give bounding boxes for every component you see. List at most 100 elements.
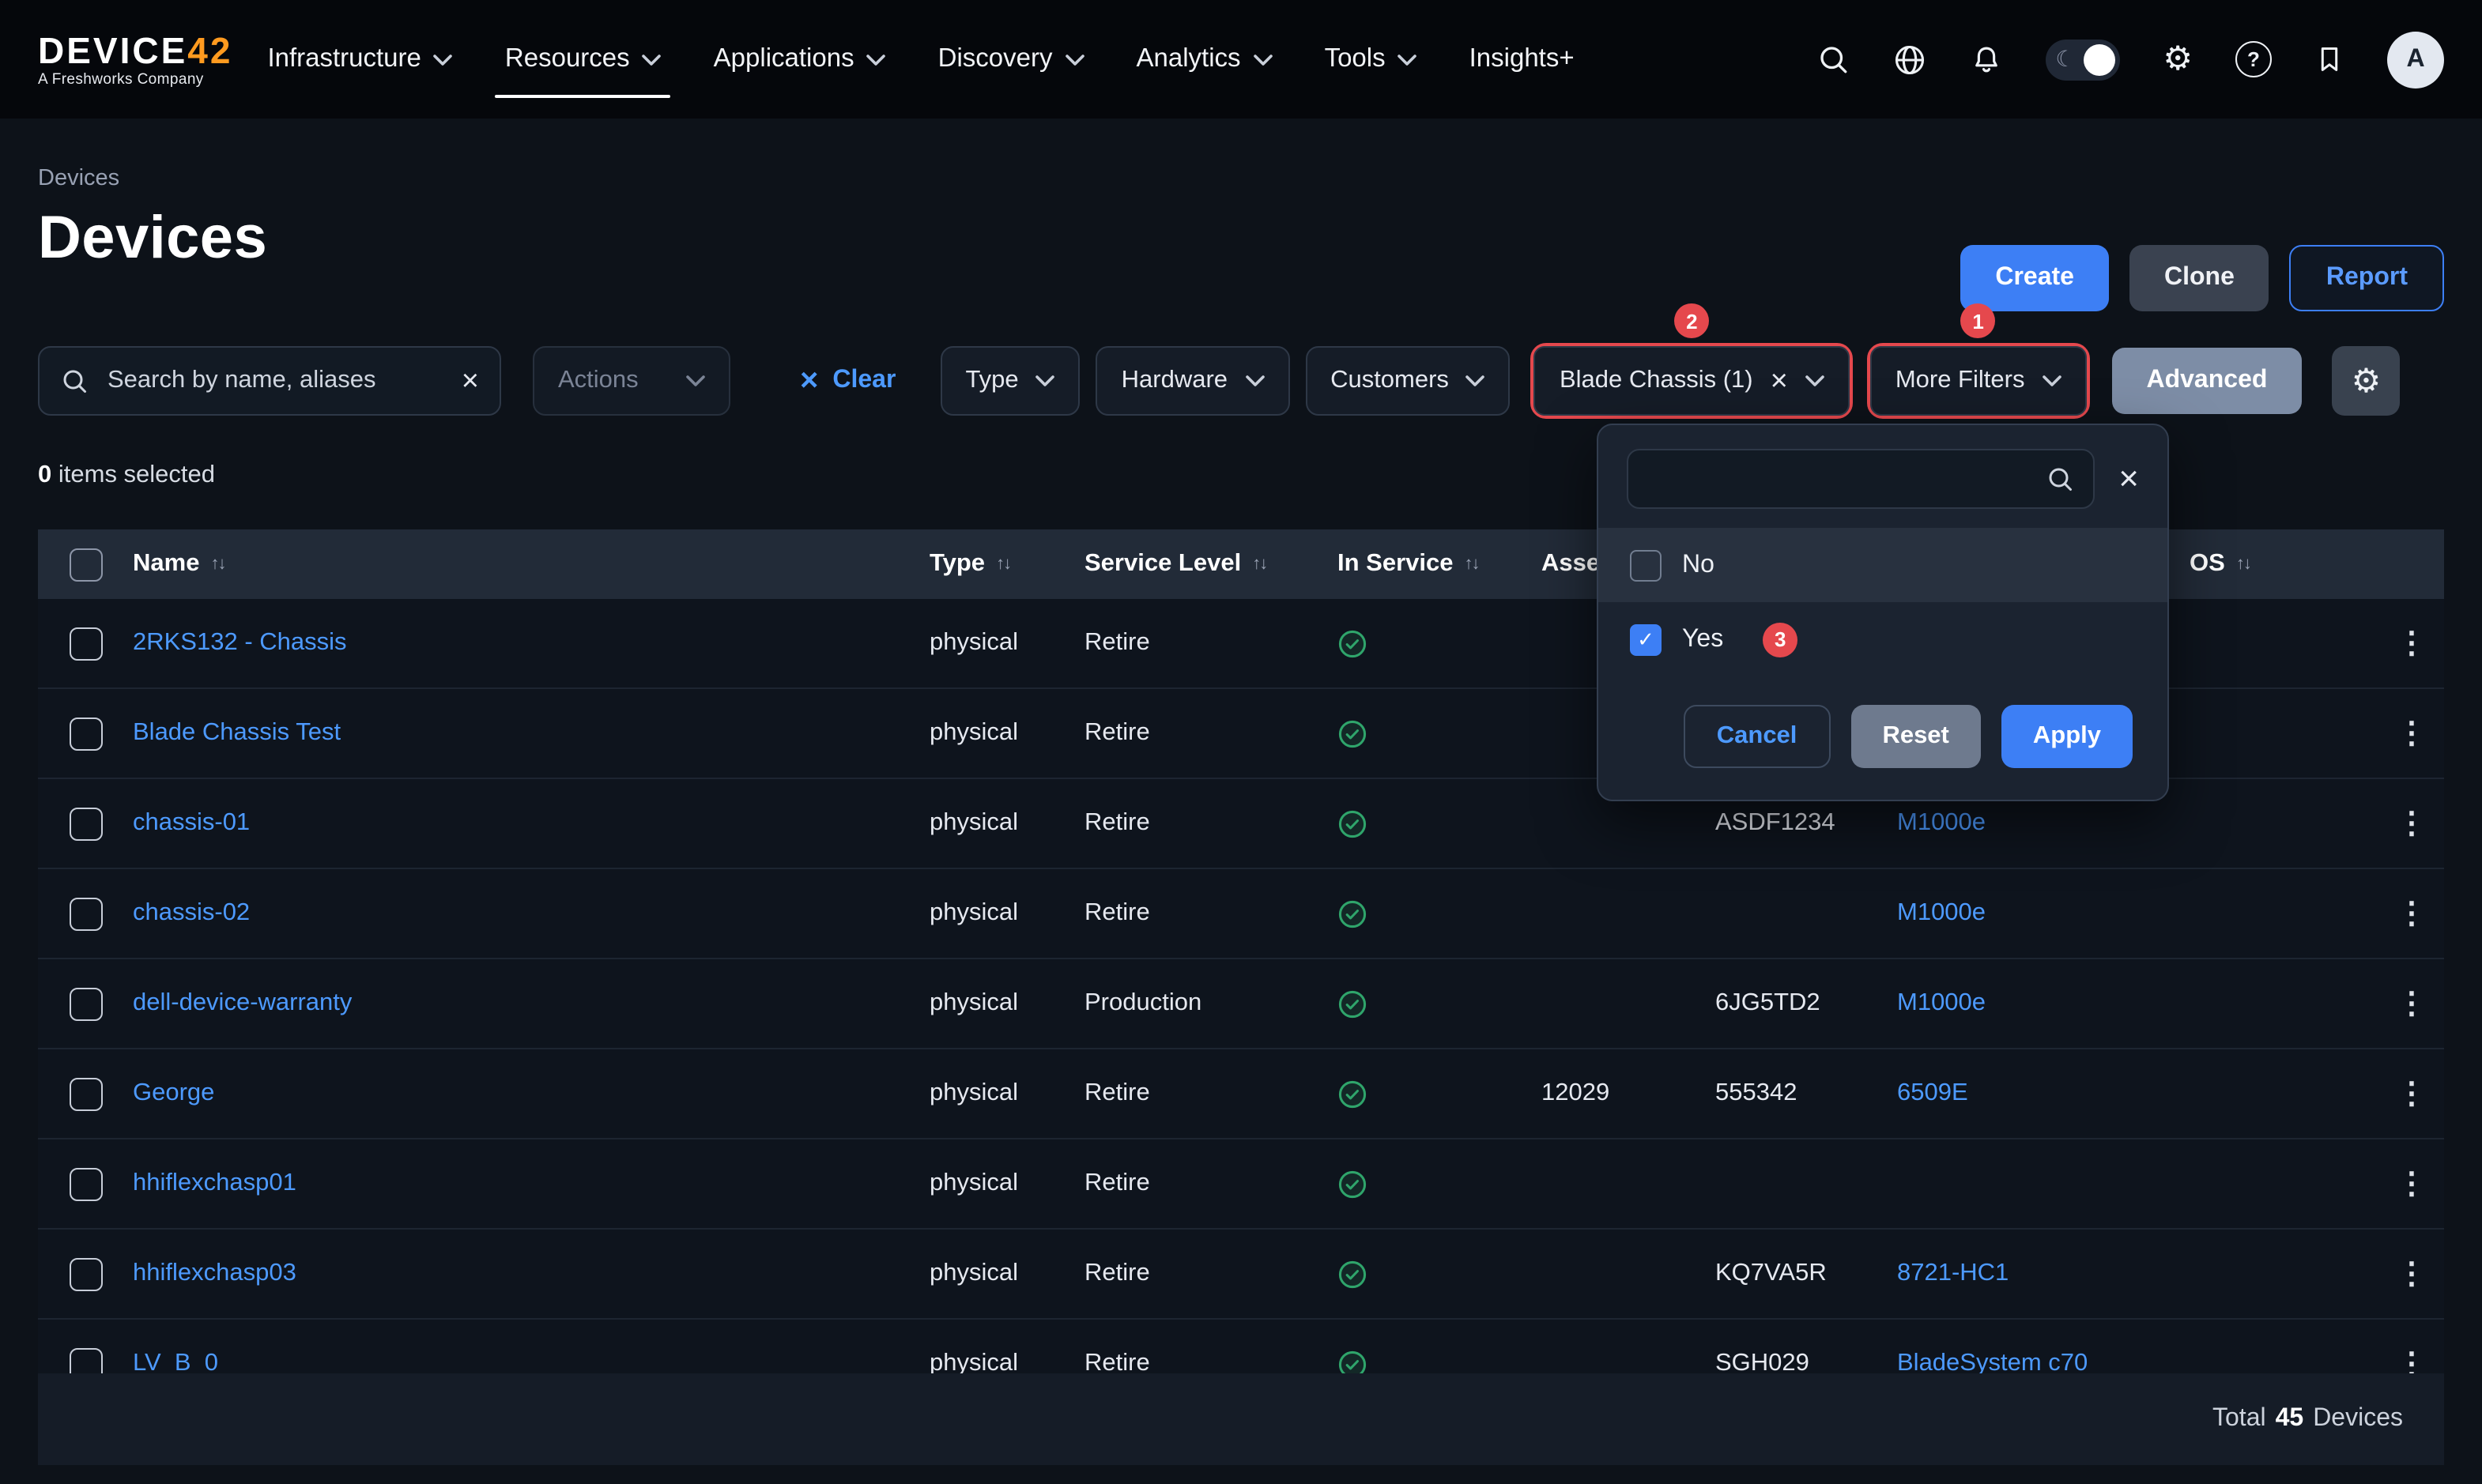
popup-close-icon[interactable]: × bbox=[2118, 461, 2139, 496]
remove-blade-filter-icon[interactable]: × bbox=[1771, 366, 1788, 396]
hardware-link[interactable]: 8721-HC1 bbox=[1897, 1260, 2009, 1288]
column-header-type[interactable]: Type↑↓ bbox=[930, 550, 1084, 578]
asset-cell: 12029 bbox=[1541, 1079, 1715, 1108]
device-name-link[interactable]: 2RKS132 - Chassis bbox=[133, 629, 347, 657]
filter-option-no[interactable]: No bbox=[1598, 528, 2167, 602]
nav-item-analytics[interactable]: Analytics bbox=[1137, 0, 1273, 119]
sort-icon[interactable]: ↑↓ bbox=[2236, 555, 2250, 574]
row-menu-icon[interactable]: ⋮ bbox=[2379, 1166, 2444, 1202]
row-checkbox[interactable] bbox=[70, 1167, 103, 1200]
row-menu-icon[interactable]: ⋮ bbox=[2379, 625, 2444, 661]
cancel-button[interactable]: Cancel bbox=[1684, 705, 1831, 768]
bookmark-icon[interactable] bbox=[2314, 43, 2344, 76]
in-service-check-icon bbox=[1337, 808, 1367, 838]
hardware-link[interactable]: BladeSystem c70 bbox=[1897, 1350, 2088, 1373]
row-menu-icon[interactable]: ⋮ bbox=[2379, 1075, 2444, 1112]
device-name-link[interactable]: LV_B_0 bbox=[133, 1350, 218, 1373]
checked-checkbox-icon[interactable]: ✓ bbox=[1630, 623, 1662, 655]
row-checkbox[interactable] bbox=[70, 1347, 103, 1373]
filter-options: No✓Yes3 bbox=[1598, 528, 2167, 676]
device-name-link[interactable]: chassis-02 bbox=[133, 899, 250, 928]
device-name-link[interactable]: dell-device-warranty bbox=[133, 989, 352, 1018]
device-name-link[interactable]: George bbox=[133, 1079, 214, 1108]
nav-item-insights[interactable]: Insights+ bbox=[1469, 0, 1575, 119]
breadcrumb[interactable]: Devices bbox=[38, 166, 2444, 191]
filter-option-yes[interactable]: ✓Yes3 bbox=[1598, 602, 2167, 676]
type-filter-dropdown[interactable]: Type bbox=[940, 346, 1080, 416]
device-name-link[interactable]: hhiflexchasp03 bbox=[133, 1260, 296, 1288]
row-checkbox[interactable] bbox=[70, 627, 103, 660]
sort-icon[interactable]: ↑↓ bbox=[1465, 555, 1479, 574]
serial-cell: SGH029 bbox=[1715, 1350, 1897, 1373]
row-checkbox[interactable] bbox=[70, 807, 103, 840]
nav-item-label: Analytics bbox=[1137, 44, 1241, 74]
device-name-link[interactable]: hhiflexchasp01 bbox=[133, 1169, 296, 1198]
clear-filters-button[interactable]: × Clear bbox=[800, 365, 896, 397]
column-header-in-service[interactable]: In Service↑↓ bbox=[1337, 550, 1541, 578]
hardware-link[interactable]: M1000e bbox=[1897, 899, 1986, 928]
create-button[interactable]: Create bbox=[1960, 245, 2109, 311]
theme-toggle[interactable]: ☾ bbox=[2046, 39, 2120, 80]
row-menu-icon[interactable]: ⋮ bbox=[2379, 1346, 2444, 1373]
clone-button[interactable]: Clone bbox=[2129, 245, 2269, 311]
clear-search-icon[interactable]: × bbox=[462, 366, 479, 396]
row-checkbox[interactable] bbox=[70, 1257, 103, 1290]
help-icon[interactable]: ? bbox=[2235, 41, 2272, 77]
annotation-badge-2: 2 bbox=[1674, 303, 1709, 338]
sort-icon[interactable]: ↑↓ bbox=[996, 555, 1010, 574]
type-cell: physical bbox=[930, 1169, 1084, 1198]
reset-button[interactable]: Reset bbox=[1850, 705, 1980, 768]
row-menu-icon[interactable]: ⋮ bbox=[2379, 715, 2444, 751]
in-service-cell bbox=[1337, 718, 1541, 748]
row-checkbox[interactable] bbox=[70, 897, 103, 930]
more-filters-dropdown[interactable]: More Filters bbox=[1870, 346, 2087, 416]
row-checkbox[interactable] bbox=[70, 1077, 103, 1110]
device-name-link[interactable]: chassis-01 bbox=[133, 809, 250, 838]
nav-item-discovery[interactable]: Discovery bbox=[938, 0, 1084, 119]
row-menu-icon[interactable]: ⋮ bbox=[2379, 805, 2444, 842]
hardware-link[interactable]: M1000e bbox=[1897, 809, 1986, 838]
avatar[interactable]: A bbox=[2387, 31, 2444, 88]
column-header-service-level[interactable]: Service Level↑↓ bbox=[1084, 550, 1337, 578]
sort-icon[interactable]: ↑↓ bbox=[210, 555, 224, 574]
hardware-link[interactable]: 6509E bbox=[1897, 1079, 1968, 1108]
globe-icon[interactable] bbox=[1892, 42, 1927, 77]
row-checkbox[interactable] bbox=[70, 987, 103, 1020]
nav-item-infrastructure[interactable]: Infrastructure bbox=[267, 0, 452, 119]
table-settings-button[interactable]: ⚙ bbox=[2332, 346, 2400, 416]
hardware-link[interactable]: M1000e bbox=[1897, 989, 1986, 1018]
in-service-check-icon bbox=[1337, 1259, 1367, 1289]
nav-item-tools[interactable]: Tools bbox=[1325, 0, 1417, 119]
search-icon[interactable] bbox=[1816, 43, 1850, 76]
hardware-filter-dropdown[interactable]: Hardware bbox=[1096, 346, 1289, 416]
column-header-name[interactable]: Name↑↓ bbox=[133, 550, 930, 578]
sort-icon[interactable]: ↑↓ bbox=[1252, 555, 1266, 574]
row-menu-icon[interactable]: ⋮ bbox=[2379, 985, 2444, 1022]
column-header-os[interactable]: OS↑↓ bbox=[2190, 550, 2379, 578]
customers-filter-dropdown[interactable]: Customers bbox=[1305, 346, 1511, 416]
popup-search-input[interactable] bbox=[1647, 464, 2033, 494]
row-menu-icon[interactable]: ⋮ bbox=[2379, 1256, 2444, 1292]
device42-logo[interactable]: DEVICE42 A Freshworks Company bbox=[38, 31, 232, 88]
blade-chassis-filter-dropdown[interactable]: Blade Chassis (1) × bbox=[1534, 346, 1850, 416]
apply-button[interactable]: Apply bbox=[2001, 705, 2133, 768]
unchecked-checkbox-icon[interactable] bbox=[1630, 549, 1662, 581]
table-row: LV_B_0physicalRetireSGH029BladeSystem c7… bbox=[38, 1320, 2444, 1373]
notifications-bell-icon[interactable] bbox=[1970, 42, 2003, 77]
advanced-button[interactable]: Advanced bbox=[2111, 348, 2302, 414]
search-input[interactable] bbox=[104, 365, 446, 397]
settings-gear-icon[interactable]: ⚙ bbox=[2163, 43, 2193, 76]
toggle-knob bbox=[2084, 43, 2115, 75]
blade-chassis-annotation-box: 2 Blade Chassis (1) × bbox=[1531, 343, 1853, 419]
report-button[interactable]: Report bbox=[2290, 245, 2444, 311]
nav-item-resources[interactable]: Resources bbox=[505, 0, 662, 119]
in-service-cell bbox=[1337, 1349, 1541, 1373]
device-name-link[interactable]: Blade Chassis Test bbox=[133, 719, 341, 748]
popup-search-box bbox=[1627, 449, 2095, 509]
actions-dropdown[interactable]: Actions bbox=[533, 346, 730, 416]
row-checkbox[interactable] bbox=[70, 717, 103, 750]
nav-item-applications[interactable]: Applications bbox=[714, 0, 886, 119]
in-service-cell bbox=[1337, 628, 1541, 658]
row-menu-icon[interactable]: ⋮ bbox=[2379, 895, 2444, 932]
select-all-checkbox[interactable] bbox=[70, 548, 103, 581]
